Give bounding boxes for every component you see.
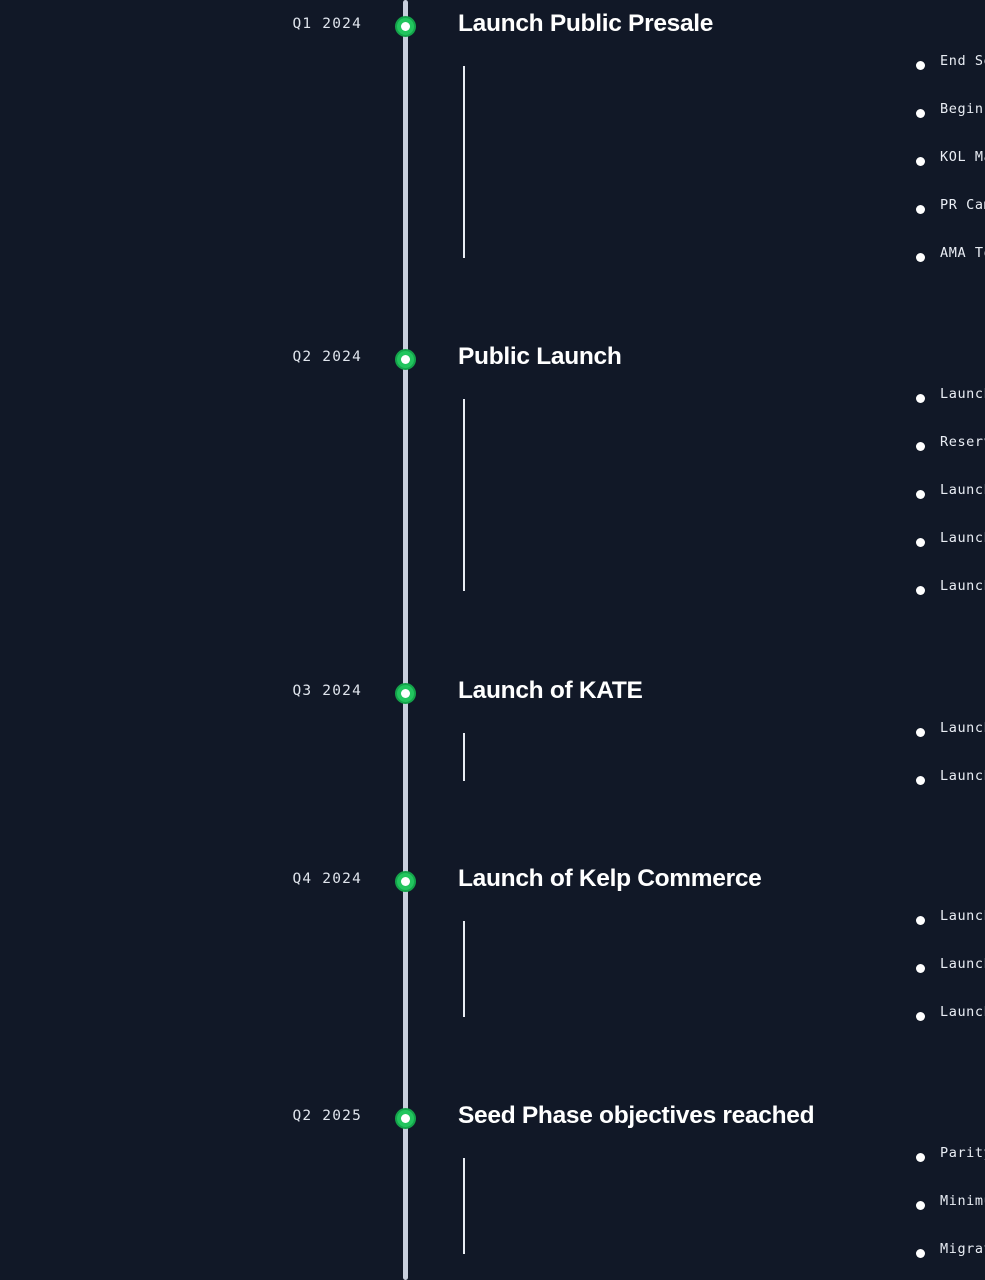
milestone-node-icon	[395, 16, 416, 37]
milestone-item-bullet-icon	[916, 490, 925, 499]
milestone-quarter-label: Q4 2024	[292, 871, 362, 887]
milestone-item-list: Launch of Kelp Commerce Launch of Kelp Pa…	[0, 905, 985, 1049]
milestone-item-label: Reservation Program distribution	[940, 434, 985, 450]
milestone-item: Launch Kelp market	[458, 383, 985, 431]
milestone-item-label: Launch of Kelp Ecosystem	[940, 482, 985, 498]
milestone: Q2 2024 Public Launch Launch Kelp market Re…	[0, 341, 985, 623]
milestone-quarter-label: Q3 2024	[292, 683, 362, 699]
milestone-item: AMA Tour	[458, 242, 985, 290]
milestone-quarter-label: Q2 2025	[292, 1108, 362, 1124]
milestone-item-label: Launch of Kelp Payments	[940, 956, 985, 972]
milestone-item-bullet-icon	[916, 109, 925, 118]
milestone-title: Launch of KATE	[458, 677, 643, 704]
milestone-item-label: Launch of Kelp Commerce in mobile app	[940, 1004, 985, 1020]
milestone-item: Migration of Kelp to its own bespoke blo…	[458, 1238, 985, 1280]
roadmap-timeline: Q1 2024 Launch Public Presale End Series A…	[0, 0, 985, 1280]
milestone-item: PR Campaign	[458, 194, 985, 242]
milestone-item-label: Launch of KATE smart contracts	[940, 720, 985, 736]
milestone-item: Launch of Kelp DEX	[458, 765, 985, 813]
milestone-header: Q2 2024 Public Launch	[0, 341, 985, 373]
milestone-item-bullet-icon	[916, 205, 925, 214]
milestone-item-label: Launch of Kelp Commerce	[940, 908, 985, 924]
milestone-item-bullet-icon	[916, 1201, 925, 1210]
milestone-item-bullet-icon	[916, 1153, 925, 1162]
milestone-item-list: Launch Kelp market Reservation Program di…	[0, 383, 985, 623]
milestone-header: Q4 2024 Launch of Kelp Commerce	[0, 863, 985, 895]
milestone-node-icon	[395, 349, 416, 370]
milestone-title: Public Launch	[458, 343, 622, 370]
milestone-node-icon	[395, 683, 416, 704]
milestone-item-list: End Series A Private Sale Begin Public Pr…	[0, 50, 985, 290]
milestone-item-label: Launch of Kelp Savings Accounts	[940, 530, 985, 546]
milestone-node-core	[401, 1114, 410, 1123]
milestone-header: Q3 2024 Launch of KATE	[0, 675, 985, 707]
milestone-item-bullet-icon	[916, 1012, 925, 1021]
milestone-item-label: KOL Marketing	[940, 149, 985, 165]
milestone-item: Minimum circulating supply threshold rea…	[458, 1190, 985, 1238]
milestone-node-core	[401, 22, 410, 31]
milestone-item-bullet-icon	[916, 61, 925, 70]
milestone-title: Launch Public Presale	[458, 10, 714, 37]
milestone-item: Launch of Kelp mobile app v3	[458, 575, 985, 623]
milestone-title: Seed Phase objectives reached	[458, 1102, 815, 1129]
milestone-item-label: AMA Tour	[940, 245, 985, 261]
milestone-item: End Series A Private Sale	[458, 50, 985, 98]
milestone-item-bullet-icon	[916, 916, 925, 925]
milestone-item-label: PR Campaign	[940, 197, 985, 213]
milestone: Q4 2024Launch of Kelp CommerceLaunch of …	[0, 863, 985, 1049]
milestone-item-label: End Series A Private Sale	[940, 53, 985, 69]
milestone-item: Launch of Kelp Savings Accounts	[458, 527, 985, 575]
milestone-item-label: Minimum circulating supply threshold rea…	[940, 1193, 985, 1209]
milestone-item: Parity with the USD	[458, 1142, 985, 1190]
milestone-header: Q2 2025 Seed Phase objectives reached	[0, 1100, 985, 1132]
milestone-item-label: Launch of Kelp mobile app v3	[940, 578, 985, 594]
milestone-item-label: Parity with the USD	[940, 1145, 985, 1161]
milestone-item-bullet-icon	[916, 538, 925, 547]
milestone-item: Launch of Kelp Ecosystem	[458, 479, 985, 527]
milestone-item-bullet-icon	[916, 1249, 925, 1258]
milestone-title: Launch of Kelp Commerce	[458, 865, 762, 892]
milestone-item: Launch of Kelp Payments	[458, 953, 985, 1001]
milestone-quarter-label: Q1 2024	[292, 16, 362, 32]
milestone-item-list: Launch of KATE smart contracts Launch of …	[0, 717, 985, 813]
milestone-item-bullet-icon	[916, 776, 925, 785]
milestone-item-label: Launch Kelp market	[940, 386, 985, 402]
milestone-item: KOL Marketing	[458, 146, 985, 194]
milestone-item-bullet-icon	[916, 728, 925, 737]
milestone: Q1 2024 Launch Public Presale End Series A…	[0, 8, 985, 290]
milestone-node-icon	[395, 1108, 416, 1129]
milestone-node-core	[401, 355, 410, 364]
milestone-item-bullet-icon	[916, 964, 925, 973]
milestone-node-core	[401, 689, 410, 698]
milestone-item: Reservation Program distribution	[458, 431, 985, 479]
milestone-node-icon	[395, 871, 416, 892]
milestone-item-bullet-icon	[916, 394, 925, 403]
milestone: Q3 2024 Launch of KATE Launch of KATE smar…	[0, 675, 985, 813]
milestone-item-label: Launch of Kelp DEX	[940, 768, 985, 784]
milestone-item: Launch of Kelp Commerce	[458, 905, 985, 953]
milestone-item: Launch of Kelp Commerce in mobile app	[458, 1001, 985, 1049]
milestone-header: Q1 2024 Launch Public Presale	[0, 8, 985, 40]
milestone: Q2 2025 Seed Phase objectives reached Pari…	[0, 1100, 985, 1280]
milestone-node-core	[401, 877, 410, 886]
milestone-item-label: Begin Public Presale	[940, 101, 985, 117]
milestone-item-bullet-icon	[916, 253, 925, 262]
milestone-item-bullet-icon	[916, 442, 925, 451]
milestone-item-bullet-icon	[916, 157, 925, 166]
milestone-item-bullet-icon	[916, 586, 925, 595]
milestone-item-label: Migration of Kelp to its own bespoke blo…	[940, 1241, 985, 1257]
milestone-item: Begin Public Presale	[458, 98, 985, 146]
milestone-item: Launch of KATE smart contracts	[458, 717, 985, 765]
milestone-quarter-label: Q2 2024	[292, 349, 362, 365]
milestone-item-list: Parity with the USD Minimum circulating s…	[0, 1142, 985, 1280]
